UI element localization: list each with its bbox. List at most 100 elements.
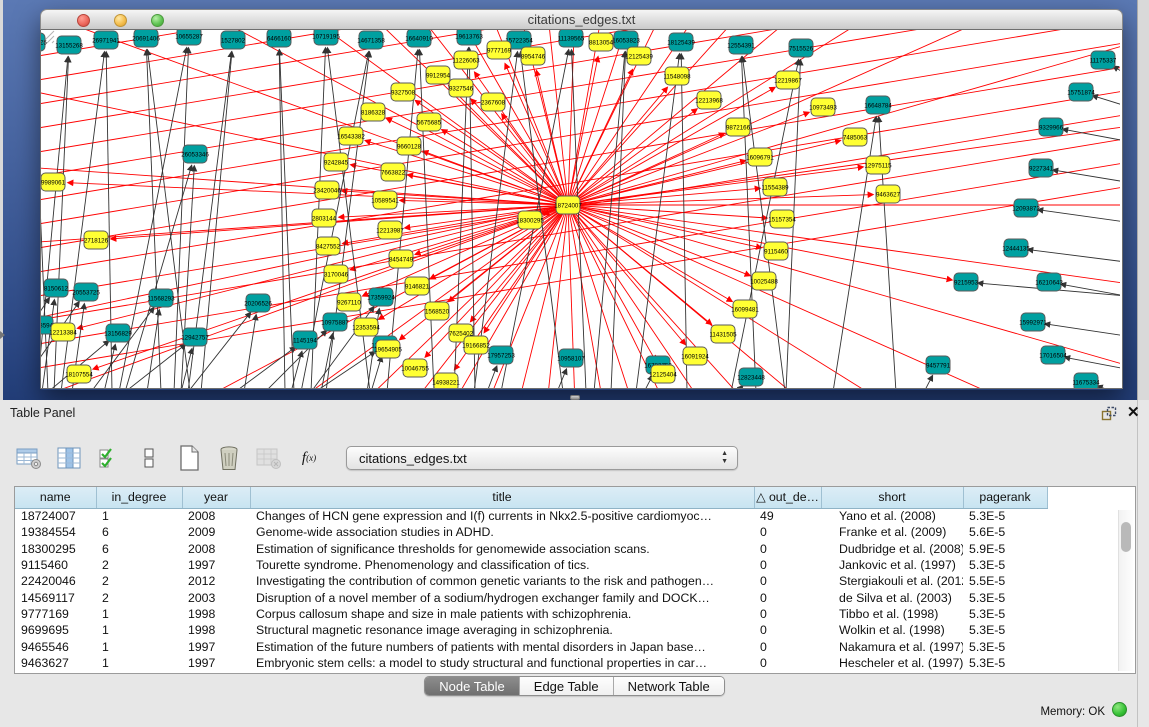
- graph-node[interactable]: 8954746: [521, 47, 546, 65]
- window-titlebar[interactable]: citations_edges.txt: [40, 9, 1123, 30]
- function-icon[interactable]: f(x): [294, 443, 324, 473]
- graph-node[interactable]: 15751874: [1067, 83, 1095, 101]
- graph-node[interactable]: 11568293: [147, 289, 175, 307]
- graph-node[interactable]: 9227341: [1029, 159, 1054, 177]
- graph-node[interactable]: 9327508: [391, 83, 416, 101]
- tab-network-table[interactable]: Network Table: [614, 677, 724, 695]
- column-select-icon[interactable]: [54, 443, 84, 473]
- graph-node[interactable]: 9242845: [324, 153, 349, 171]
- graph-node[interactable]: 16091924: [681, 347, 709, 365]
- graph-node[interactable]: 12125404: [649, 365, 677, 383]
- table-scrollbar[interactable]: [1118, 510, 1133, 671]
- table-row[interactable]: 911546021997Tourette syndrome. Phenomeno…: [15, 557, 1047, 573]
- graph-node[interactable]: 17359924: [367, 288, 395, 306]
- table-settings-icon[interactable]: [14, 443, 44, 473]
- graph-node[interactable]: 16210643: [1035, 273, 1063, 291]
- graph-node[interactable]: 26971941: [92, 31, 120, 49]
- graph-node[interactable]: 10655287: [175, 30, 203, 45]
- close-panel-icon[interactable]: ✕: [1127, 403, 1140, 421]
- graph-node[interactable]: 9329966: [1039, 118, 1064, 136]
- resize-grip-icon[interactable]: [41, 30, 55, 44]
- graph-node[interactable]: 19166852: [462, 336, 490, 354]
- graph-node[interactable]: 11139565: [558, 30, 585, 47]
- table-row[interactable]: 946362711997Embryonic stem cells: a mode…: [15, 655, 1047, 671]
- graph-node[interactable]: 11675334: [1072, 373, 1100, 388]
- graph-node[interactable]: 18125439: [667, 33, 695, 51]
- graph-node[interactable]: 7515526: [789, 39, 814, 57]
- float-panel-icon[interactable]: [1101, 406, 1117, 421]
- graph-node[interactable]: 15157354: [768, 210, 796, 228]
- graph-node[interactable]: 11431505: [709, 325, 737, 343]
- graph-node[interactable]: 12125439: [625, 47, 653, 65]
- graph-node[interactable]: 9989061: [41, 173, 66, 191]
- graph-node[interactable]: 1568520: [425, 302, 450, 320]
- graph-node[interactable]: 7663822: [381, 163, 406, 181]
- graph-node[interactable]: 19654905: [374, 340, 402, 358]
- column-header[interactable]: name: [15, 487, 96, 508]
- graph-node[interactable]: 8150612: [44, 279, 69, 297]
- graph-node[interactable]: 9146821: [405, 277, 430, 295]
- table-row[interactable]: 1456911722003Disruption of a novel membe…: [15, 589, 1047, 605]
- column-header[interactable]: title: [250, 487, 754, 508]
- graph-node[interactable]: 8186328: [361, 103, 386, 121]
- graph-node[interactable]: 9872166: [726, 118, 751, 136]
- graph-node[interactable]: 12219867: [774, 71, 802, 89]
- graph-node[interactable]: 17016504: [1039, 346, 1067, 364]
- graph-node[interactable]: 12942757: [181, 328, 209, 346]
- tab-node-table[interactable]: Node Table: [425, 677, 520, 695]
- graph-node[interactable]: 9267110: [337, 293, 361, 311]
- graph-node[interactable]: 10589541: [371, 191, 399, 209]
- graph-node[interactable]: 8454749: [389, 250, 414, 268]
- graph-node[interactable]: 2367608: [481, 93, 506, 111]
- graph-node[interactable]: 13155268: [55, 36, 83, 54]
- graph-node[interactable]: 18300295: [516, 211, 544, 229]
- graph-hub-node[interactable]: 18724007: [554, 196, 582, 214]
- graph-node[interactable]: 16099481: [731, 300, 759, 318]
- table-row[interactable]: 1830029562008Estimation of significance …: [15, 541, 1047, 557]
- graph-node[interactable]: 16543382: [337, 127, 365, 145]
- graph-node[interactable]: 19613763: [455, 30, 483, 45]
- graph-node[interactable]: 12353594: [352, 318, 380, 336]
- graph-node[interactable]: 8427552: [316, 237, 341, 255]
- close-window-icon[interactable]: [77, 14, 90, 27]
- graph-node[interactable]: 10025488: [750, 272, 778, 290]
- graph-node[interactable]: 9457791: [926, 356, 951, 374]
- graph-node[interactable]: 18107554: [65, 365, 93, 383]
- citation-network-graph[interactable]: 2405572513155268269719412069140610655287…: [41, 30, 1120, 388]
- graph-node[interactable]: 2803144: [312, 209, 337, 227]
- graph-node[interactable]: 10975887: [321, 313, 349, 331]
- network-canvas[interactable]: 2405572513155268269719412069140610655287…: [40, 30, 1123, 389]
- table-row[interactable]: 1872400712008Changes of HCN gene express…: [15, 508, 1047, 524]
- graph-node[interactable]: 23420046: [313, 181, 341, 199]
- table-row[interactable]: 2242004622012Investigating the contribut…: [15, 573, 1047, 589]
- graph-node[interactable]: 12554391: [727, 36, 755, 54]
- graph-node[interactable]: 16096791: [746, 148, 774, 166]
- graph-node[interactable]: 10973493: [809, 98, 837, 116]
- minimize-window-icon[interactable]: [114, 14, 127, 27]
- graph-node[interactable]: 6466160: [267, 30, 292, 47]
- graph-node[interactable]: 9215953: [954, 273, 979, 291]
- graph-node[interactable]: 12444135: [1002, 239, 1030, 257]
- table-selector-dropdown[interactable]: citations_edges.txt ▲▼: [346, 446, 738, 470]
- graph-node[interactable]: 13156829: [104, 324, 132, 342]
- graph-node[interactable]: 3170046: [324, 265, 349, 283]
- graph-node[interactable]: 10719195: [312, 30, 340, 45]
- graph-node[interactable]: 12213987: [376, 221, 404, 239]
- graph-node[interactable]: 8813054: [589, 33, 614, 51]
- row-height-icon[interactable]: [134, 443, 164, 473]
- graph-node[interactable]: 11554389: [761, 178, 789, 196]
- graph-node[interactable]: 2718126: [84, 231, 109, 249]
- graph-node[interactable]: 11548098: [663, 67, 691, 85]
- graph-node[interactable]: 26053346: [181, 145, 209, 163]
- delete-trash-icon[interactable]: [214, 443, 244, 473]
- graph-node[interactable]: 1527802: [221, 31, 246, 49]
- graph-node[interactable]: 9327546: [449, 79, 474, 97]
- graph-node[interactable]: 16053823: [612, 31, 640, 49]
- graph-node[interactable]: 14938221: [432, 373, 460, 388]
- panel-collapse-arrow-icon[interactable]: [0, 331, 5, 339]
- graph-node[interactable]: 20206526: [244, 294, 272, 312]
- graph-node[interactable]: 12093872: [1012, 199, 1040, 217]
- column-header[interactable]: △ out_de…: [754, 487, 821, 508]
- graph-node[interactable]: 11175337: [1090, 51, 1117, 69]
- graph-node[interactable]: 20691406: [132, 30, 160, 47]
